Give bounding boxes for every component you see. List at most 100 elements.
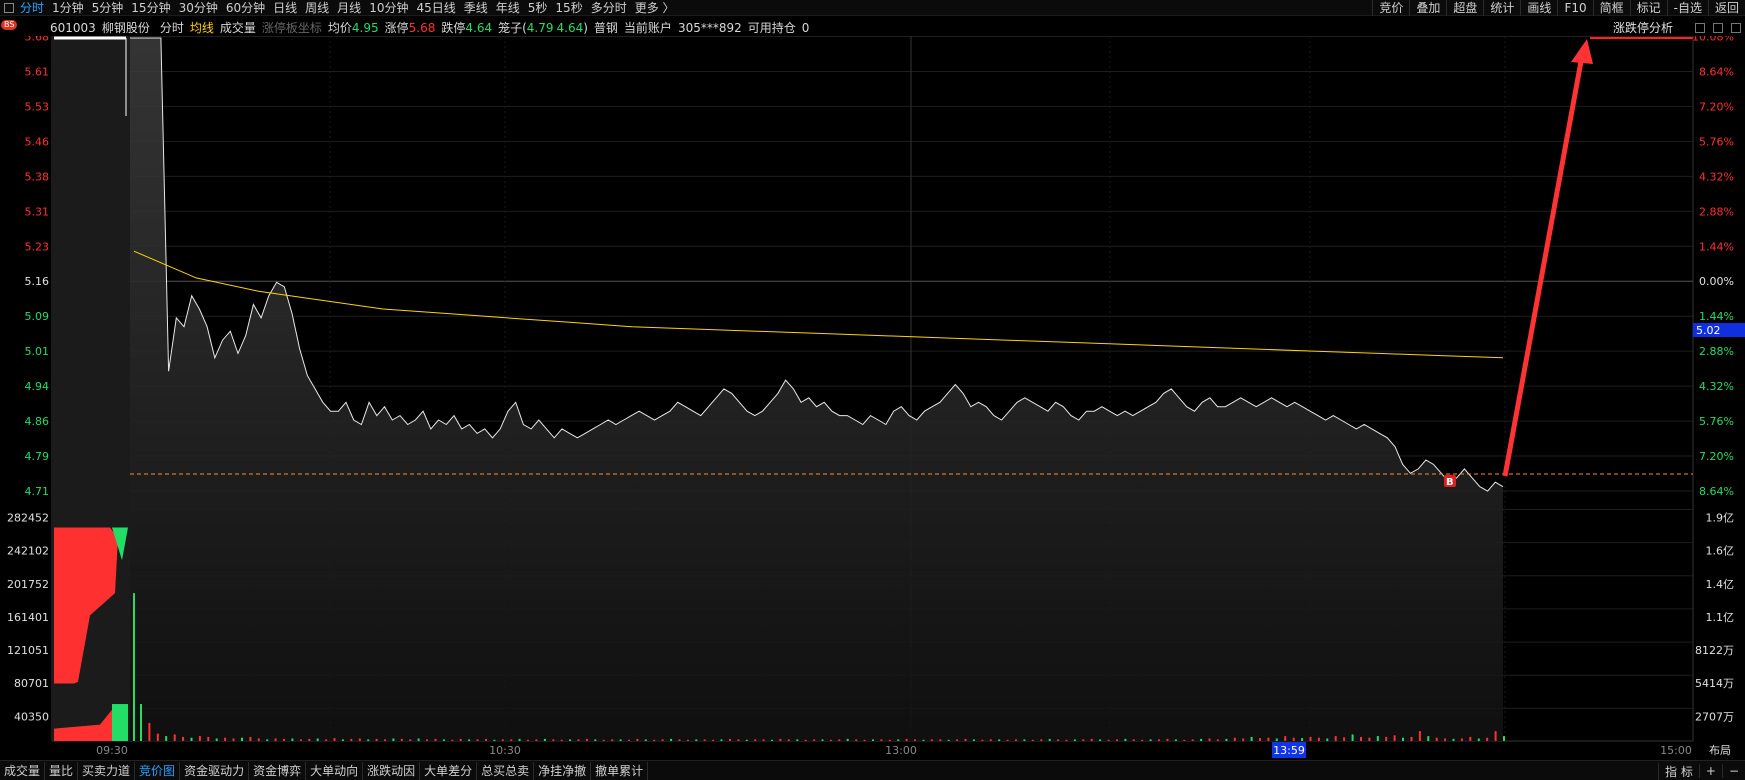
top-button-2[interactable]: 超盘 <box>1446 0 1483 16</box>
period-tab-10[interactable]: 45日线 <box>416 0 455 16</box>
tab-junxian[interactable]: 均线 <box>190 19 214 36</box>
top-button-4[interactable]: 画线 <box>1520 0 1557 16</box>
indicator-tab-5[interactable]: 资金博弈 <box>249 761 307 780</box>
period-tab-1[interactable]: 1分钟 <box>52 0 84 16</box>
limit-down-label: 跌停 <box>441 21 466 35</box>
volume-bar <box>779 738 782 741</box>
tab-chengjiao[interactable]: 成交量 <box>220 19 256 36</box>
volume-bar <box>1082 739 1085 741</box>
volume-bar <box>316 738 319 741</box>
zoom-out-button[interactable]: − <box>1721 764 1745 778</box>
volume-bar <box>745 739 748 741</box>
volume-tick-label: 161401 <box>7 611 49 624</box>
price-tick-label: 4.71 <box>25 485 50 498</box>
pct-tick-label: 7.20% <box>1699 100 1734 113</box>
volume-bar <box>1275 738 1278 741</box>
tab-zhangting-coord[interactable]: 涨停板坐标 <box>262 19 322 36</box>
price-area <box>130 38 1503 741</box>
indicator-tab-11[interactable]: 撤单累计 <box>591 761 649 780</box>
volume-bar <box>712 739 715 741</box>
tab-fenshi[interactable]: 分时 <box>160 19 184 36</box>
volume-bar <box>1284 736 1287 741</box>
volume-bar <box>249 736 252 741</box>
volume-bar <box>771 739 773 741</box>
volume-bar <box>1301 738 1304 741</box>
top-button-6[interactable]: 简框 <box>1592 0 1630 16</box>
period-tab-8[interactable]: 月线 <box>337 0 361 16</box>
volume-bar <box>1503 736 1505 741</box>
analysis-controls: 涨跌停分析 <box>1613 18 1741 37</box>
period-tab-2[interactable]: 5分钟 <box>92 0 124 16</box>
volume-bar <box>182 736 185 741</box>
period-tab-16[interactable]: 更多 〉 <box>635 0 675 16</box>
add-icon[interactable] <box>1695 22 1705 33</box>
indicator-tab-2[interactable]: 买卖力道 <box>78 761 136 780</box>
volume-tick-label: 121051 <box>7 644 49 657</box>
indicator-tab-4[interactable]: 资金驱动力 <box>180 761 250 780</box>
volume-bar <box>729 738 731 741</box>
pct-tick-label: 4.32% <box>1699 170 1734 183</box>
industry-tag[interactable]: 普钢 <box>594 19 618 36</box>
volume-bar <box>451 739 454 741</box>
price-tick-label: 5.09 <box>25 310 50 323</box>
indicator-tab-10[interactable]: 净挂净撤 <box>534 761 592 780</box>
cage-label: 笼子( <box>498 21 527 35</box>
indicator-tab-0[interactable]: 成交量 <box>0 761 46 780</box>
intraday-chart[interactable]: 5.68 10.08% 5.61 8.64% 5.53 7.20% 5.46 5.76% 5.3… <box>0 36 1745 760</box>
top-button-3[interactable]: 统计 <box>1483 0 1520 16</box>
volume-bar <box>1031 739 1034 741</box>
volume-bar <box>670 738 673 741</box>
menu-icon[interactable] <box>1713 22 1723 33</box>
indicator-tab-8[interactable]: 大单差分 <box>420 761 478 780</box>
indicator-tab-6[interactable]: 大单动向 <box>306 761 364 780</box>
period-tab-14[interactable]: 15秒 <box>555 0 582 16</box>
period-tab-7[interactable]: 周线 <box>305 0 329 16</box>
volume-bar <box>274 738 277 741</box>
volume-bar <box>392 738 395 741</box>
volume-bar <box>1452 738 1455 741</box>
annotation-arrow <box>1502 55 1585 477</box>
position-label: 可用持仓 <box>747 21 796 35</box>
period-tab-13[interactable]: 5秒 <box>528 0 548 16</box>
zoom-in-button[interactable]: + <box>1698 764 1722 778</box>
period-tab-15[interactable]: 多分时 <box>591 0 627 16</box>
volume-bar <box>1317 737 1320 741</box>
period-tab-6[interactable]: 日线 <box>273 0 297 16</box>
volume-bar <box>1418 731 1421 741</box>
volume-bar <box>1402 737 1404 741</box>
volume-bar <box>636 738 639 741</box>
limit-down-value: 4.64 <box>465 20 493 35</box>
indicator-tab-7[interactable]: 涨跌动因 <box>363 761 421 780</box>
volume-bar <box>535 739 538 741</box>
volume-bar <box>198 736 201 741</box>
period-tab-0[interactable]: 分时 <box>20 0 44 16</box>
volume-bar <box>981 739 984 741</box>
volume-bar <box>341 739 344 741</box>
period-tab-5[interactable]: 60分钟 <box>226 0 265 16</box>
volume-bar <box>468 739 471 741</box>
auction-volume-green <box>112 704 128 741</box>
period-tab-3[interactable]: 15分钟 <box>131 0 170 16</box>
indicator-tab-3[interactable]: 竞价图 <box>135 761 181 780</box>
volume-bar <box>1250 736 1253 741</box>
period-tab-12[interactable]: 年线 <box>496 0 520 16</box>
top-button-8[interactable]: -自选 <box>1666 0 1708 16</box>
top-button-0[interactable]: 竞价 <box>1372 0 1409 16</box>
volume-bar <box>1065 739 1068 741</box>
period-tab-11[interactable]: 季线 <box>464 0 488 16</box>
top-button-5[interactable]: F10 <box>1557 0 1592 16</box>
top-button-7[interactable]: 标记 <box>1629 0 1667 16</box>
period-tab-4[interactable]: 30分钟 <box>179 0 218 16</box>
indicator-tab-9[interactable]: 总买总卖 <box>477 761 535 780</box>
layout-button[interactable]: 布局 <box>1709 744 1731 757</box>
top-button-9[interactable]: 返回 <box>1707 0 1745 16</box>
panel-icon[interactable] <box>1731 22 1741 33</box>
indicator-tab-1[interactable]: 量比 <box>45 761 79 780</box>
limit-analysis-button[interactable]: 涨跌停分析 <box>1613 19 1673 36</box>
period-tab-9[interactable]: 10分钟 <box>369 0 408 16</box>
indicator-button[interactable]: 指 标 <box>1658 762 1699 780</box>
volume-bar <box>653 739 656 741</box>
top-button-1[interactable]: 叠加 <box>1409 0 1446 16</box>
stock-info-bar: 601003 柳钢股份 分时 均线 成交量 涨停板坐标 均价 4.95 涨停 5… <box>0 18 1745 37</box>
panel-toggle-icon[interactable] <box>4 2 14 13</box>
